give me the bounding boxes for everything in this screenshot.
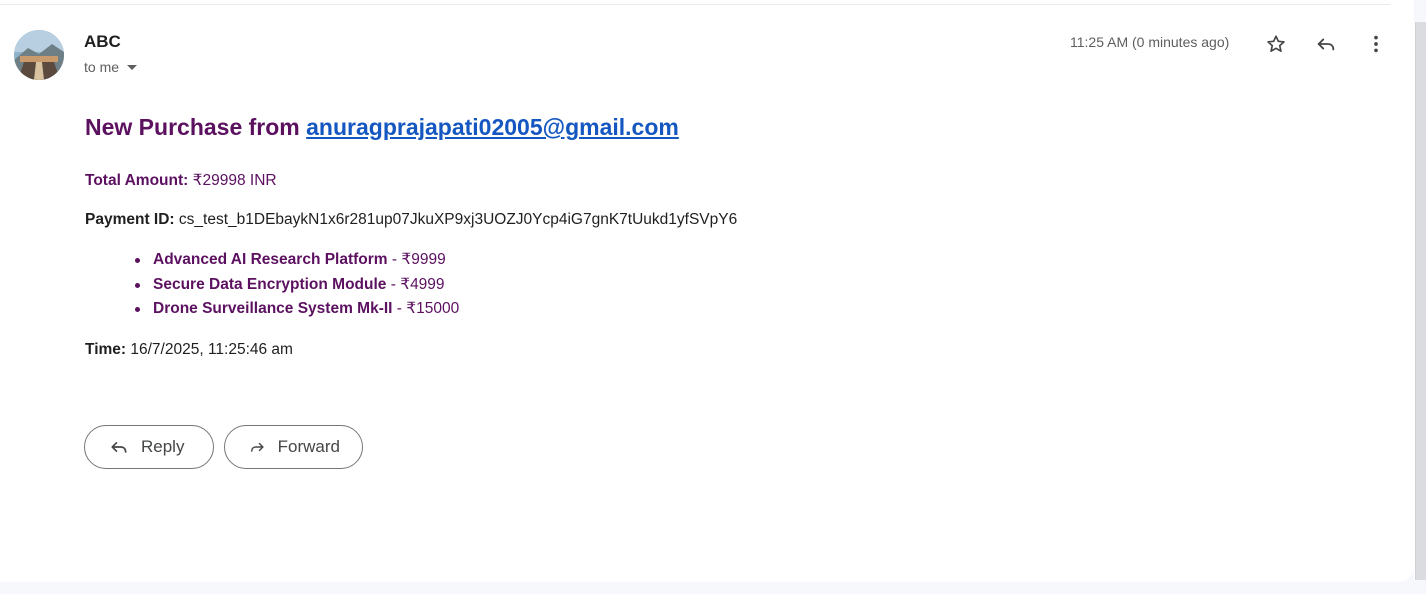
time-label: Time:	[85, 341, 127, 358]
payment-id-value: cs_test_b1DEbaykN1x6r281up07JkuXP9xj3UOZ…	[178, 211, 738, 228]
subject-prefix: New Purchase from	[85, 114, 300, 140]
reply-icon	[1317, 38, 1335, 51]
forward-button[interactable]: Forward	[224, 425, 363, 469]
reply-button-label: Reply	[141, 437, 185, 456]
sender-name[interactable]: ABC	[84, 32, 121, 52]
list-item: Advanced AI Research Platform - ₹9999	[135, 251, 459, 276]
item-price: - ₹9999	[391, 251, 446, 268]
more-vert-icon	[1374, 35, 1378, 53]
avatar[interactable]	[14, 30, 64, 80]
total-amount-value: ₹29998 INR	[192, 172, 277, 189]
time-value: 16/7/2025, 11:25:46 am	[130, 341, 293, 358]
payment-id-row: Payment ID: cs_test_b1DEbaykN1x6r281up07…	[85, 211, 737, 229]
star-button[interactable]	[1260, 28, 1292, 60]
forward-icon	[251, 442, 264, 452]
item-name: Secure Data Encryption Module	[153, 275, 387, 293]
timestamp: 11:25 AM (0 minutes ago)	[1070, 34, 1230, 50]
purchased-items-list: Advanced AI Research Platform - ₹9999 Se…	[135, 251, 459, 325]
item-price: - ₹15000	[396, 300, 460, 317]
reply-icon	[111, 442, 127, 453]
chevron-down-icon	[127, 64, 138, 70]
total-amount-row: Total Amount: ₹29998 INR	[85, 171, 277, 190]
item-name: Drone Surveillance System Mk-II	[153, 300, 393, 317]
subject-email-link[interactable]: anuragprajapati02005@gmail.com	[306, 114, 679, 140]
list-item: Drone Surveillance System Mk-II - ₹15000	[135, 300, 459, 325]
reply-icon-button[interactable]	[1310, 28, 1342, 60]
more-options-button[interactable]	[1360, 28, 1392, 60]
reply-button[interactable]: Reply	[84, 425, 214, 469]
forward-button-label: Forward	[277, 437, 340, 456]
payment-id-label: Payment ID:	[85, 211, 175, 228]
scrollbar-thumb[interactable]	[1415, 22, 1426, 580]
item-name: Advanced AI Research Platform	[153, 251, 388, 268]
total-amount-label: Total Amount:	[85, 172, 189, 189]
star-icon	[1267, 35, 1285, 52]
time-row: Time: 16/7/2025, 11:25:46 am	[85, 341, 293, 359]
email-card: ABC to me 11:25 AM (0 minutes ago) New P…	[0, 0, 1414, 582]
list-item: Secure Data Encryption Module - ₹4999	[135, 276, 459, 301]
email-subject: New Purchase from anuragprajapati02005@g…	[85, 114, 679, 141]
recipient-details-toggle[interactable]: to me	[84, 59, 138, 75]
divider	[0, 4, 1390, 5]
item-price: - ₹4999	[390, 275, 445, 293]
recipient-label: to me	[84, 59, 120, 75]
